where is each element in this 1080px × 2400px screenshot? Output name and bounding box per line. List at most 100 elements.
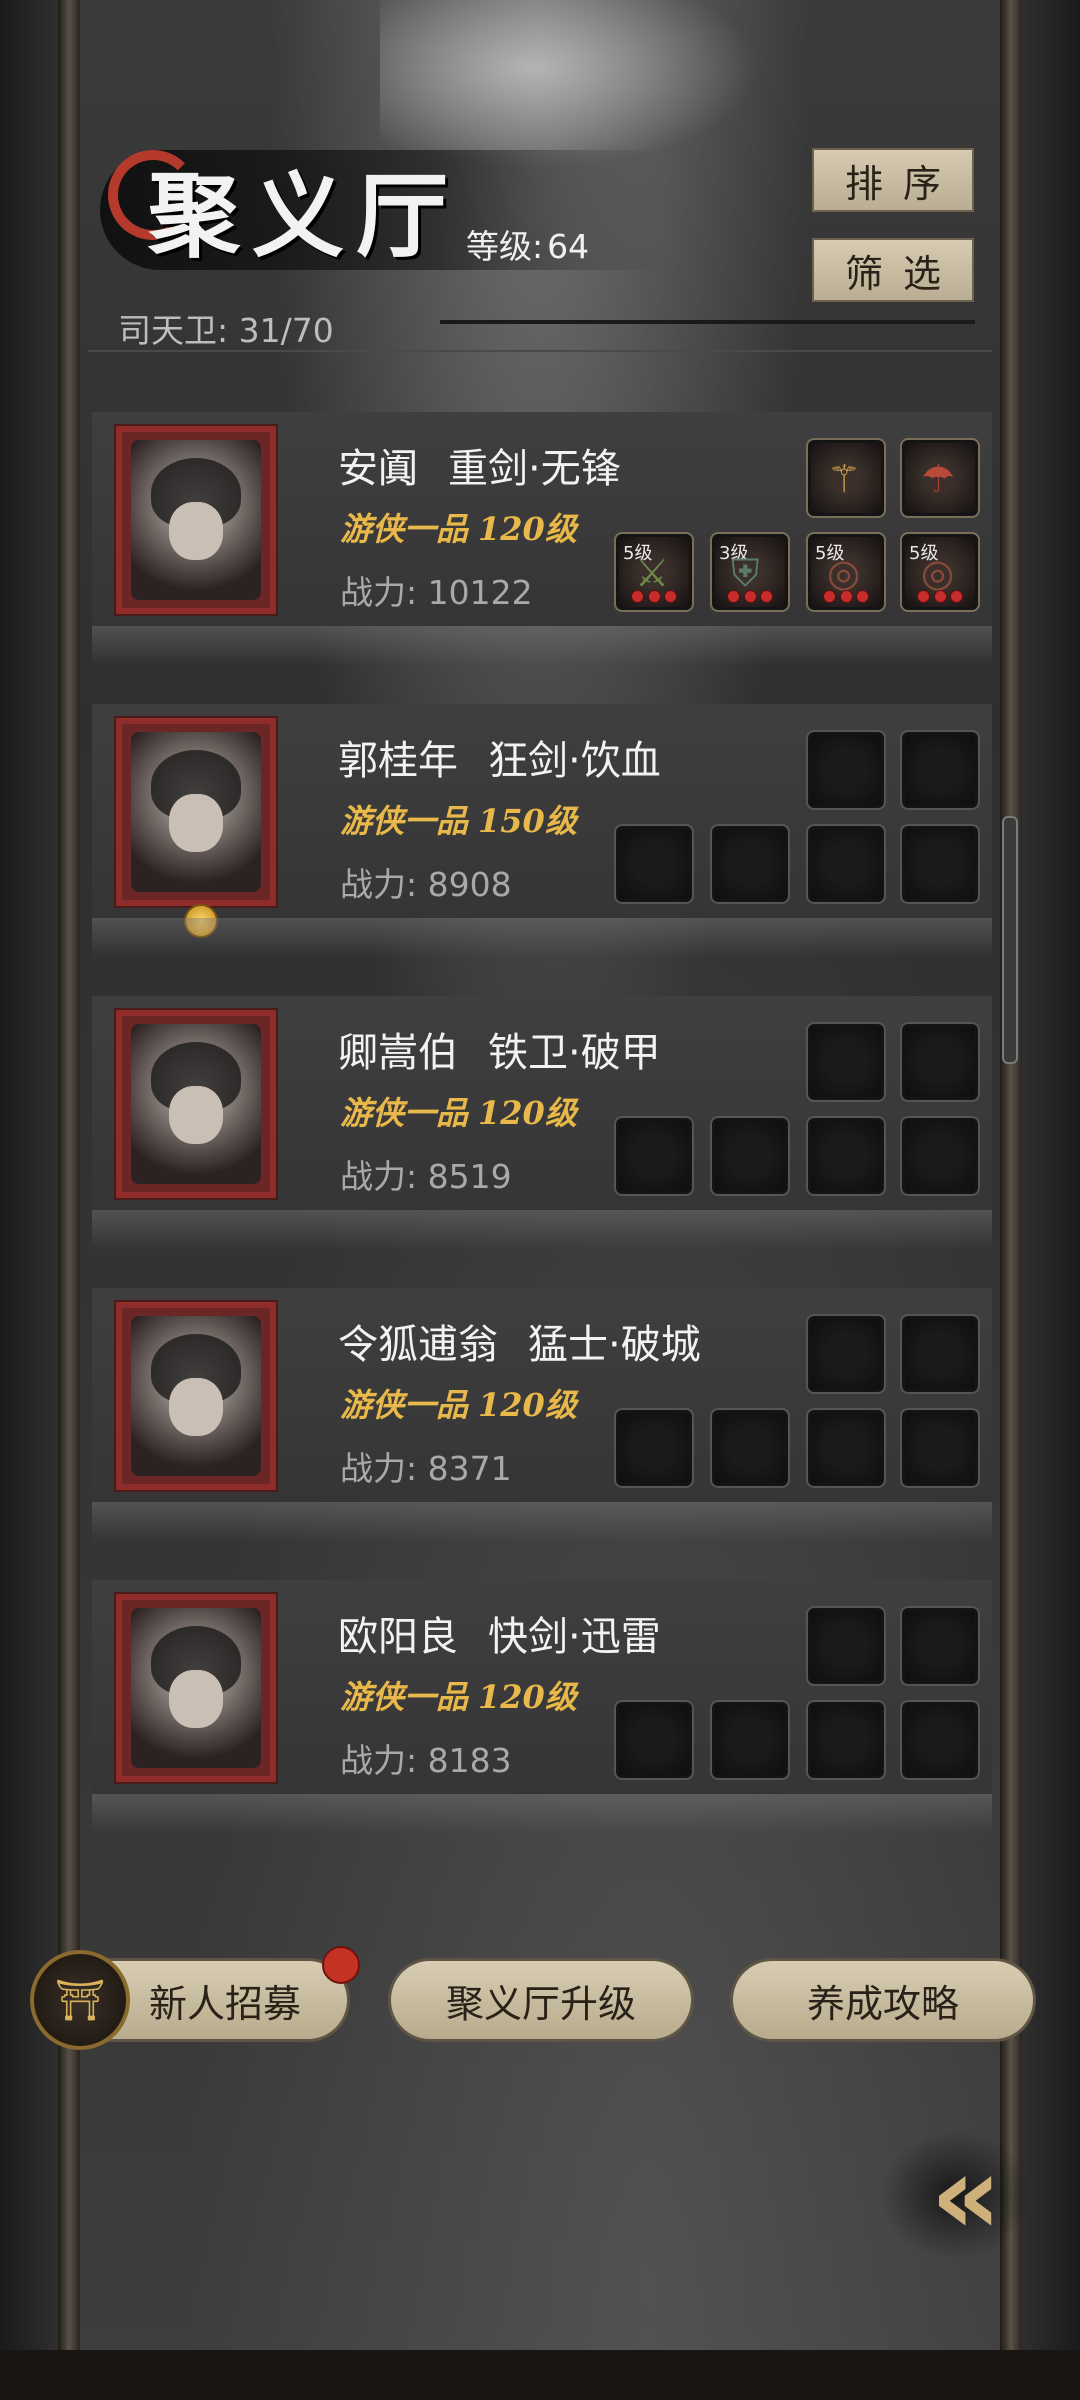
bottom-bar bbox=[0, 2350, 1080, 2400]
equip-slot-empty[interactable] bbox=[900, 1116, 980, 1196]
hero-class: 铁卫·破甲 bbox=[488, 1030, 661, 1076]
equip-slot-empty[interactable] bbox=[614, 1116, 694, 1196]
equip-slot-empty[interactable] bbox=[900, 824, 980, 904]
star-dots bbox=[631, 590, 677, 603]
hero-level: 120级 bbox=[478, 1678, 577, 1716]
awaken-badge-icon bbox=[184, 904, 218, 938]
equip-slot-empty[interactable] bbox=[806, 1606, 886, 1686]
hero-name-line: 欧阳良 快剑·迅雷 bbox=[338, 1604, 661, 1662]
equip-slot-empty[interactable] bbox=[900, 1022, 980, 1102]
hero-portrait[interactable] bbox=[114, 1592, 278, 1784]
hero-level: 150级 bbox=[478, 802, 577, 840]
hero-rank: 游侠一品 bbox=[340, 1678, 469, 1716]
guide-button[interactable]: 养成攻略 bbox=[730, 1958, 1036, 2042]
equip-slot-empty[interactable] bbox=[806, 1314, 886, 1394]
hero-portrait[interactable] bbox=[114, 1300, 278, 1492]
equip-slot-armor[interactable]: 3级 ⛨ bbox=[710, 532, 790, 612]
list-scrollbar[interactable] bbox=[1002, 816, 1018, 1064]
hero-rank: 游侠一品 bbox=[340, 1386, 469, 1424]
equip-slot-empty[interactable] bbox=[806, 730, 886, 810]
hero-rank-line: 游侠一品 150级 bbox=[340, 796, 577, 842]
equip-slot-empty[interactable] bbox=[900, 1408, 980, 1488]
sword-icon: ⚔ bbox=[635, 551, 670, 595]
hero-portrait[interactable] bbox=[114, 716, 278, 908]
hero-name: 郭桂年 bbox=[338, 738, 458, 784]
equip-slot-empty[interactable] bbox=[710, 1116, 790, 1196]
hero-rank-line: 游侠一品 120级 bbox=[340, 504, 577, 550]
hero-name-line: 郭桂年 狂剑·饮血 bbox=[338, 728, 661, 786]
hero-card[interactable]: 安阗 重剑·无锋 游侠一品 120级 战力: 10122 ⚚ ☂ 5级 ⚔ 3级 ⛨… bbox=[92, 412, 992, 666]
equip-slot-empty[interactable] bbox=[900, 730, 980, 810]
hero-power: 战力: 10122 bbox=[340, 573, 533, 612]
equip-slot-empty[interactable] bbox=[806, 1700, 886, 1780]
hero-name-line: 安阗 重剑·无锋 bbox=[338, 436, 621, 494]
notification-dot bbox=[322, 1946, 360, 1984]
equip-slot-staff[interactable]: ⚚ bbox=[806, 438, 886, 518]
hero-level: 120级 bbox=[478, 1386, 577, 1424]
equip-slot-beads[interactable]: 5级 ◎ bbox=[806, 532, 886, 612]
sort-button[interactable]: 排序 bbox=[812, 148, 974, 212]
hero-class: 狂剑·饮血 bbox=[488, 738, 661, 784]
hero-portrait[interactable] bbox=[114, 424, 278, 616]
hero-portrait[interactable] bbox=[114, 1008, 278, 1200]
header-separator bbox=[88, 350, 992, 352]
equip-slot-empty[interactable] bbox=[806, 1116, 886, 1196]
hero-rank-line: 游侠一品 120级 bbox=[340, 1672, 577, 1718]
mushroom-icon: ☂ bbox=[921, 457, 956, 501]
hero-card[interactable]: 令狐逋翁 猛士·破城 游侠一品 120级 战力: 8371 bbox=[92, 1288, 992, 1542]
star-dots bbox=[823, 590, 869, 603]
back-arrow-icon[interactable]: « bbox=[880, 2130, 1030, 2260]
hero-rank: 游侠一品 bbox=[340, 802, 469, 840]
header-divider bbox=[440, 320, 975, 324]
equip-slot-empty[interactable] bbox=[806, 1408, 886, 1488]
hero-name-line: 卿嵩伯 铁卫·破甲 bbox=[338, 1020, 661, 1078]
equip-slot-empty[interactable] bbox=[900, 1314, 980, 1394]
hero-rank: 游侠一品 bbox=[340, 1094, 469, 1132]
equip-slot-beads[interactable]: 5级 ◎ bbox=[900, 532, 980, 612]
equip-slot-empty[interactable] bbox=[806, 1022, 886, 1102]
hero-class: 猛士·破城 bbox=[528, 1322, 701, 1368]
portrait-image bbox=[131, 1608, 261, 1768]
equip-slot-empty[interactable] bbox=[806, 824, 886, 904]
equip-slot-empty[interactable] bbox=[614, 1700, 694, 1780]
equip-slot-empty[interactable] bbox=[614, 1408, 694, 1488]
equip-slot-empty[interactable] bbox=[900, 1606, 980, 1686]
beads-icon: ◎ bbox=[827, 551, 861, 595]
hero-power: 战力: 8183 bbox=[340, 1741, 512, 1780]
star-dots bbox=[727, 590, 773, 603]
hero-card[interactable]: 欧阳良 快剑·迅雷 游侠一品 120级 战力: 8183 bbox=[92, 1580, 992, 1834]
hero-name: 安阗 bbox=[338, 446, 418, 492]
equip-slot-empty[interactable] bbox=[614, 824, 694, 904]
equip-slot-empty[interactable] bbox=[710, 824, 790, 904]
equip-slot-empty[interactable] bbox=[710, 1408, 790, 1488]
hero-power: 战力: 8371 bbox=[340, 1449, 512, 1488]
portrait-image bbox=[131, 1024, 261, 1184]
hero-name: 卿嵩伯 bbox=[338, 1030, 458, 1076]
equip-slot-mushroom[interactable]: ☂ bbox=[900, 438, 980, 518]
portrait-image bbox=[131, 440, 261, 600]
hall-level-label: 等级: bbox=[466, 227, 544, 266]
hero-rank: 游侠一品 bbox=[340, 510, 469, 548]
equip-slot-empty[interactable] bbox=[900, 1700, 980, 1780]
hero-name: 欧阳良 bbox=[338, 1614, 458, 1660]
equip-slot-sword[interactable]: 5级 ⚔ bbox=[614, 532, 694, 612]
hero-card[interactable]: 郭桂年 狂剑·饮血 游侠一品 150级 战力: 8908 bbox=[92, 704, 992, 958]
hero-name-line: 令狐逋翁 猛士·破城 bbox=[338, 1312, 701, 1370]
filter-button[interactable]: 筛选 bbox=[812, 238, 974, 302]
staff-icon: ⚚ bbox=[827, 457, 862, 501]
page-title: 聚义厅 bbox=[148, 162, 461, 270]
beads-icon: ◎ bbox=[921, 551, 955, 595]
hall-level-value: 64 bbox=[547, 227, 590, 266]
portrait-image bbox=[131, 1316, 261, 1476]
hall-level: 等级: 64 bbox=[462, 220, 589, 268]
hero-power: 战力: 8519 bbox=[340, 1157, 512, 1196]
hero-level: 120级 bbox=[478, 510, 577, 548]
hero-rank-line: 游侠一品 120级 bbox=[340, 1088, 577, 1134]
portrait-image bbox=[131, 732, 261, 892]
guard-count: 司天卫: 31/70 bbox=[118, 311, 334, 350]
hero-class: 重剑·无锋 bbox=[448, 446, 621, 492]
hall-upgrade-button[interactable]: 聚义厅升级 bbox=[388, 1958, 694, 2042]
equip-slot-empty[interactable] bbox=[710, 1700, 790, 1780]
recruit-emblem-icon: ⛩ bbox=[30, 1950, 130, 2050]
hero-card[interactable]: 卿嵩伯 铁卫·破甲 游侠一品 120级 战力: 8519 bbox=[92, 996, 992, 1250]
